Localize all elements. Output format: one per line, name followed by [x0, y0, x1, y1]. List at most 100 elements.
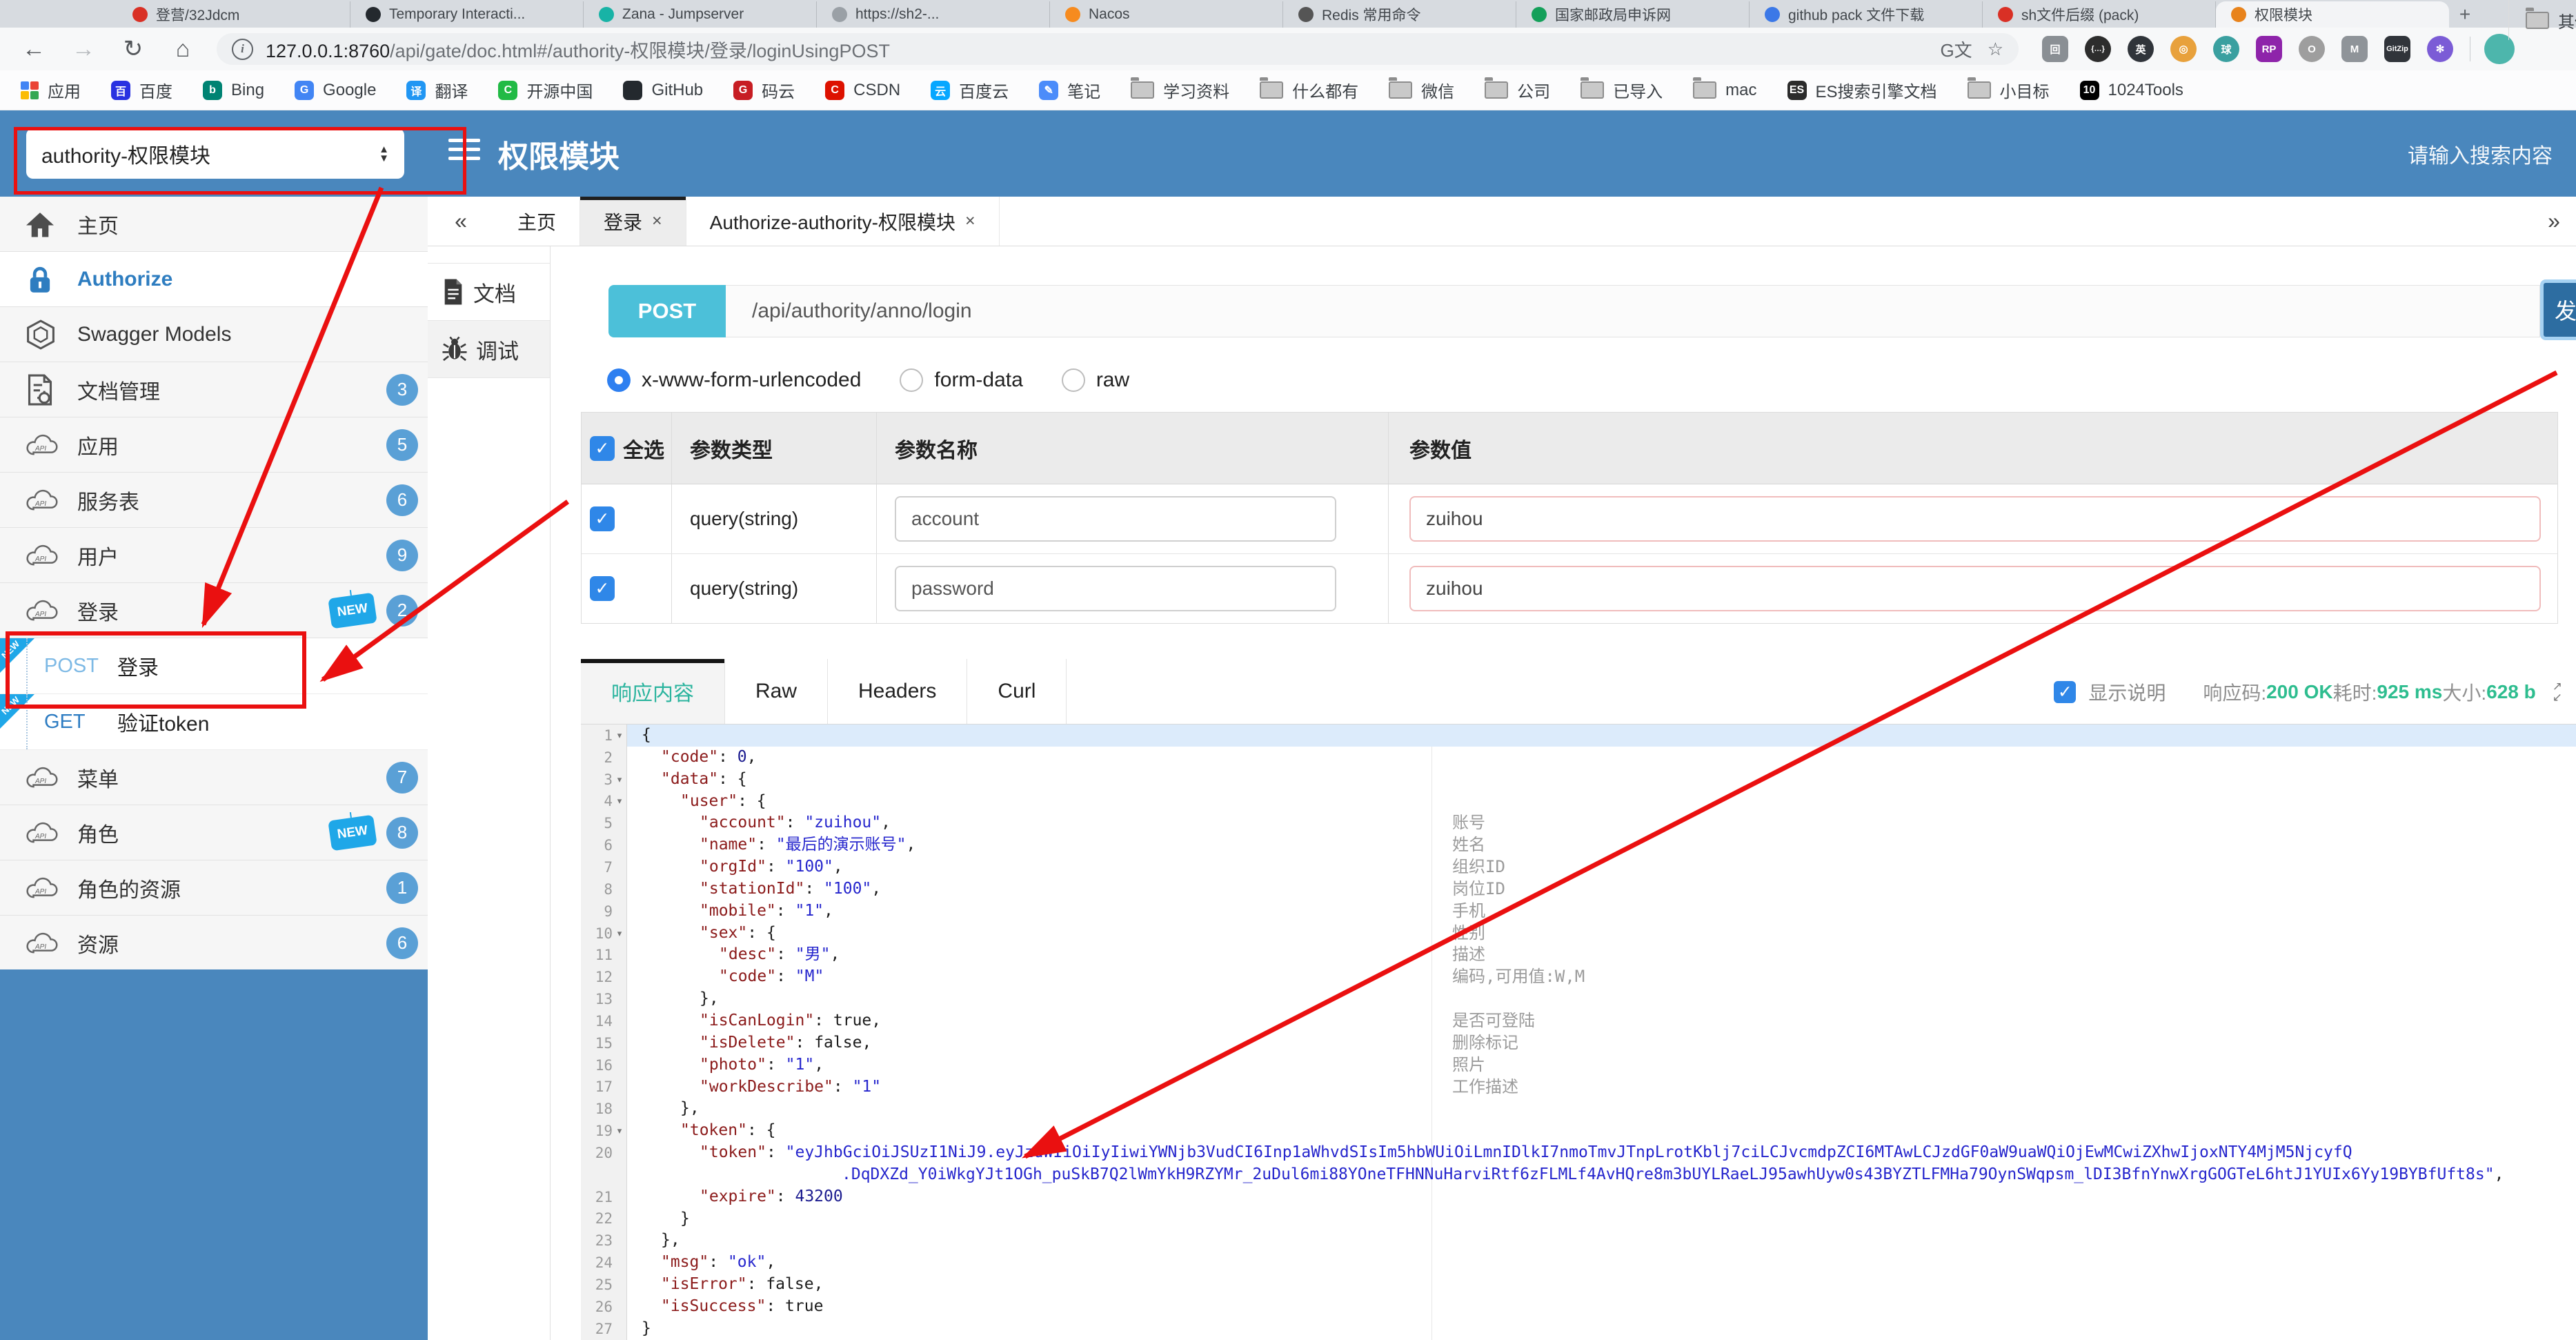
sidebar-item-资源[interactable]: API 资源 6 [0, 916, 428, 971]
bookmark-item[interactable]: b Bing [203, 80, 264, 100]
bookmark-item[interactable]: 云百度云 [931, 78, 1009, 102]
sidebar-item-应用[interactable]: API 应用 5 [0, 417, 428, 473]
content-type-option[interactable]: raw [1061, 368, 1129, 392]
bookmark-item[interactable]: GitHub [623, 80, 703, 100]
new-tab-button[interactable]: + [2449, 1, 2481, 28]
radio-icon[interactable] [607, 368, 631, 392]
page-tab-登录[interactable]: 登录 × [580, 197, 686, 246]
response-tab-响应内容[interactable]: 响应内容 [581, 659, 725, 724]
sidebar-item-Authorize[interactable]: Authorize [0, 252, 428, 307]
radio-icon[interactable] [1061, 368, 1085, 392]
bookmark-item[interactable]: 10 1024Tools [2079, 80, 2183, 100]
param-name-input[interactable] [895, 566, 1336, 611]
tab-调试[interactable]: 调试 [428, 321, 550, 378]
bookmark-item[interactable]: C 开源中国 [498, 78, 593, 102]
browser-tab[interactable]: Zana - Jumpserver [584, 1, 817, 28]
row-checkbox[interactable]: ✓ [590, 576, 615, 601]
bookmark-item[interactable]: 应用 [21, 78, 81, 102]
bookmark-item[interactable]: G 码云 [733, 78, 795, 102]
header-search-placeholder[interactable]: 请输入搜索内容 [2408, 110, 2553, 197]
param-value-input[interactable] [1409, 566, 2541, 611]
param-name-input[interactable] [895, 496, 1336, 542]
collapse-tabs-icon[interactable]: « [428, 197, 494, 246]
fold-icon[interactable]: ▾ [613, 774, 626, 785]
bookmark-item[interactable]: mac [1693, 77, 1757, 100]
translate-icon[interactable]: G文 [1940, 37, 1972, 62]
bookmark-item[interactable]: 小目标 [1967, 77, 2050, 102]
show-desc-checkbox[interactable]: ✓ [2054, 680, 2077, 703]
bookmark-item[interactable]: 微信 [1389, 77, 1454, 102]
close-tab-icon[interactable]: × [965, 211, 975, 231]
extension-icon[interactable]: 英 [2128, 36, 2154, 62]
response-tab-Headers[interactable]: Headers [828, 659, 968, 724]
forward-button[interactable]: → [68, 36, 99, 63]
bookmark-item[interactable]: ✎ 笔记 [1039, 78, 1100, 102]
address-bar[interactable]: i 127.0.0.1:8760/api/gate/doc.html#/auth… [217, 33, 2019, 65]
folder-icon [1581, 77, 1605, 99]
browser-tab[interactable]: sh文件后缀 (pack) [1983, 1, 2216, 28]
sidebar-item-角色的资源[interactable]: API 角色的资源 1 [0, 860, 428, 916]
fold-icon[interactable]: ▾ [613, 796, 626, 807]
sidebar-item-角色[interactable]: API 角色 NEW 8 [0, 805, 428, 860]
row-checkbox[interactable]: ✓ [590, 506, 615, 531]
fold-icon[interactable]: ▾ [613, 1125, 626, 1136]
browser-tab[interactable]: Temporary Interacti... [350, 1, 584, 28]
browser-tab[interactable]: github pack 文件下载 [1750, 1, 1983, 28]
sidebar-item-文档管理[interactable]: 文档管理 3 [0, 362, 428, 417]
select-all-checkbox[interactable]: ✓ [590, 435, 615, 461]
content-type-option[interactable]: form-data [900, 368, 1023, 392]
bookmark-item[interactable]: 公司 [1485, 77, 1550, 102]
send-button[interactable]: 发送 [2540, 279, 2576, 340]
bookmark-item[interactable]: C CSDN [825, 80, 900, 100]
extension-icon[interactable]: O [2299, 36, 2325, 62]
reload-button[interactable]: ↻ [117, 35, 149, 63]
bookmark-item[interactable]: 译翻译 [406, 78, 468, 102]
extension-icon[interactable]: ◎ [2170, 36, 2197, 62]
browser-tab[interactable]: 登营/32Jdcm [117, 1, 350, 28]
back-button[interactable]: ← [18, 36, 50, 63]
other-bookmarks[interactable]: 其他书签 [2508, 0, 2576, 40]
response-json-editor[interactable]: 1 ▾{2 "code": 0, 3 ▾ "data": {4 ▾ "user": {5 "ac… [581, 725, 2576, 1340]
close-tab-icon[interactable]: × [652, 211, 662, 231]
sidebar-item-服务表[interactable]: API 服务表 6 [0, 473, 428, 528]
extension-icon[interactable]: RP [2256, 36, 2282, 62]
fold-icon[interactable]: ▾ [613, 730, 626, 741]
response-tab-Curl[interactable]: Curl [967, 659, 1067, 724]
page-tab-主页[interactable]: 主页 [494, 197, 581, 246]
sidebar-item-菜单[interactable]: API 菜单 7 [0, 750, 428, 805]
bookmark-item[interactable]: 什么都有 [1260, 77, 1358, 102]
sidebar-item-登录[interactable]: API 登录 NEW 2 [0, 583, 428, 638]
response-tab-Raw[interactable]: Raw [725, 659, 829, 724]
bookmark-item[interactable]: G Google [295, 80, 376, 100]
sidebar-item-用户[interactable]: API 用户 9 [0, 528, 428, 583]
browser-tab[interactable]: Redis 常用命令 [1283, 1, 1516, 28]
extension-icon[interactable]: 球 [2213, 36, 2239, 62]
expand-tabs-icon[interactable]: » [2532, 197, 2576, 246]
browser-tab[interactable]: 权限模块 [2216, 1, 2449, 28]
home-button[interactable]: ⌂ [167, 36, 199, 63]
extension-icon[interactable]: GitZip [2384, 36, 2410, 62]
page-tab-Authorize-authority-权限模块[interactable]: Authorize-authority-权限模块 × [686, 197, 1000, 246]
sidebar-item-主页[interactable]: 主页 [0, 197, 428, 252]
request-url-field[interactable]: /api/authority/anno/login [726, 285, 2540, 337]
extension-icon[interactable]: ✻ [2427, 36, 2453, 62]
browser-tab[interactable]: 国家邮政局申诉网 [1516, 1, 1750, 28]
fold-icon[interactable]: ▾ [613, 928, 626, 939]
extension-icon[interactable]: M [2341, 36, 2368, 62]
bookmark-item[interactable]: 百百度 [111, 78, 172, 102]
tab-文档[interactable]: 文档 [428, 263, 550, 321]
bookmark-star-icon[interactable]: ☆ [1988, 39, 2003, 60]
sidebar-item-Swagger Models[interactable]: Swagger Models [0, 307, 428, 362]
radio-icon[interactable] [900, 368, 924, 392]
bookmark-item[interactable]: ES ES搜索引擎文档 [1787, 78, 1937, 102]
page-info-icon[interactable]: i [232, 38, 253, 60]
extension-icon[interactable]: {…} [2085, 36, 2111, 62]
param-value-input[interactable] [1409, 496, 2541, 542]
browser-tab[interactable]: Nacos [1050, 1, 1283, 28]
content-type-option[interactable]: x-www-form-urlencoded [607, 368, 861, 392]
bookmark-item[interactable]: 已导入 [1581, 77, 1663, 102]
extension-icon[interactable]: 回 [2042, 36, 2068, 62]
fullscreen-icon[interactable]: ↗ ↙ [2553, 680, 2562, 703]
bookmark-item[interactable]: 学习资料 [1131, 77, 1229, 102]
browser-tab[interactable]: https://sh2-... [817, 1, 1050, 28]
